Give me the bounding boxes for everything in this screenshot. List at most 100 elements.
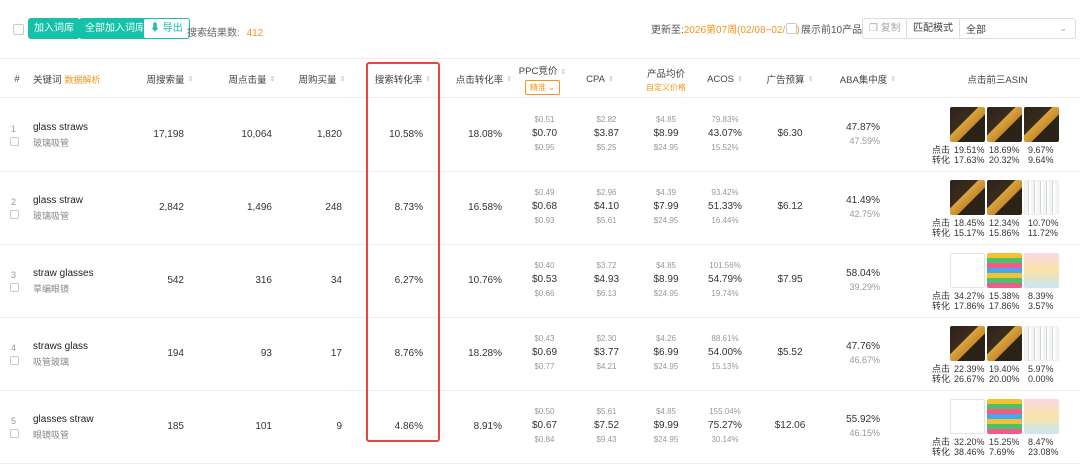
asin-thumbnail[interactable] xyxy=(950,253,985,288)
copy-button[interactable]: ❐ 复制 xyxy=(862,18,908,39)
top10-toggle[interactable]: 展示前10产品图 xyxy=(786,18,872,39)
week-buy-value: 248 xyxy=(325,202,342,213)
asin-thumbnail[interactable] xyxy=(987,399,1022,434)
asin-thumbnail[interactable] xyxy=(1024,399,1059,434)
sort-icon[interactable]: ⇕ xyxy=(270,75,276,83)
keyword-text[interactable]: straw glasses xyxy=(33,268,94,279)
sort-icon[interactable]: ⇕ xyxy=(506,75,512,83)
keyword-cn: 吸管玻璃 xyxy=(33,357,70,367)
asin-click-2: 15.38% xyxy=(989,291,1020,301)
click-label: 点击 xyxy=(932,437,951,447)
asin-thumbnail[interactable] xyxy=(987,253,1022,288)
cpa-mid: $3.87 xyxy=(593,128,620,139)
asin-click-2: 15.25% xyxy=(989,437,1020,447)
conv-label: 转化 xyxy=(932,301,951,311)
asin-thumbnail[interactable] xyxy=(987,107,1022,142)
asin-thumbnail[interactable] xyxy=(987,180,1022,215)
asin-click-3: 8.47% xyxy=(1028,437,1054,447)
search-cvr-value: 8.76% xyxy=(394,348,423,359)
row-checkbox[interactable] xyxy=(10,137,19,146)
asin-thumbnail[interactable] xyxy=(1024,180,1059,215)
row-index: 3 xyxy=(11,270,17,280)
asin-thumbnail[interactable] xyxy=(1024,253,1059,288)
col-ad-budget-label: 广告预算 xyxy=(766,75,805,86)
sort-icon[interactable]: ⇕ xyxy=(737,75,743,83)
keyword-text[interactable]: glass straw xyxy=(33,195,83,206)
sort-icon[interactable]: ⇕ xyxy=(808,75,814,83)
row-checkbox[interactable] xyxy=(10,356,19,365)
sort-icon[interactable]: ⇕ xyxy=(608,75,614,83)
ppc-high: $0.93 xyxy=(534,216,555,225)
top10-checkbox[interactable] xyxy=(786,23,797,34)
table-row[interactable]: 5 glasses straw 眼镜吸管 185 101 9 4.86% 8.9… xyxy=(0,391,1080,464)
match-mode-label: 匹配模式 xyxy=(907,19,960,38)
cpa-high: $5.61 xyxy=(596,216,617,225)
asin-thumbnail[interactable] xyxy=(1024,326,1059,361)
custom-price-link[interactable]: 自定义价格 xyxy=(646,82,686,93)
col-week-search[interactable]: 周搜索量 ⇕ xyxy=(140,59,200,99)
keyword-text[interactable]: glasses straw xyxy=(33,414,94,425)
asin-thumbnail[interactable] xyxy=(950,326,985,361)
table-row[interactable]: 3 straw glasses 草编眼镜 542 316 34 6.27% 10… xyxy=(0,245,1080,318)
keyword-cn: 草编眼镜 xyxy=(33,284,70,294)
week-buy-value: 34 xyxy=(330,275,342,286)
cpa-high: $4.21 xyxy=(596,362,617,371)
sort-icon[interactable]: ⇕ xyxy=(560,69,566,76)
asin-thumbnail[interactable] xyxy=(950,180,985,215)
cpa-low: $2.96 xyxy=(596,188,617,197)
price-high: $24.95 xyxy=(653,216,679,225)
select-all-checkbox[interactable] xyxy=(13,24,24,35)
col-ppc-label: PPC竞价 xyxy=(518,66,558,77)
sort-icon[interactable]: ⇕ xyxy=(188,75,194,83)
asin-click-1: 22.39% xyxy=(954,364,985,374)
row-checkbox[interactable] xyxy=(10,429,19,438)
add-all-to-library-button[interactable]: 全部加入词库 xyxy=(79,18,151,39)
add-to-library-button[interactable]: 加入词库 xyxy=(28,18,80,39)
col-cpa[interactable]: CPA ⇕ xyxy=(580,59,620,99)
col-index: # xyxy=(14,73,20,85)
asin-conv-1: 15.17% xyxy=(954,228,985,238)
asin-thumbnail[interactable] xyxy=(1024,107,1059,142)
data-analysis-link[interactable]: 数据解析 xyxy=(65,73,101,86)
asin-thumbnail[interactable] xyxy=(950,107,985,142)
ad-budget-value: $12.06 xyxy=(774,420,806,431)
asin-click-2: 19.40% xyxy=(989,364,1020,374)
week-buy-value: 17 xyxy=(330,348,342,359)
col-keyword[interactable]: 关键词 数据解析 xyxy=(33,59,101,99)
sort-icon[interactable]: ⇕ xyxy=(425,75,431,83)
col-ppc[interactable]: PPC竞价 ⇕ 精准 ⌄ xyxy=(515,59,570,99)
keyword-text[interactable]: glass straws xyxy=(33,122,88,133)
row-checkbox[interactable] xyxy=(10,283,19,292)
table-row[interactable]: 4 straws glass 吸管玻璃 194 93 17 8.76% 18.2… xyxy=(0,318,1080,391)
col-acos[interactable]: ACOS ⇕ xyxy=(705,59,745,99)
click-cvr-value: 18.08% xyxy=(468,129,502,140)
keyword-text[interactable]: straws glass xyxy=(33,341,88,352)
aba-sub-value: 47.59% xyxy=(849,136,880,146)
match-mode-select[interactable]: 匹配模式 全部 ⌄ xyxy=(906,18,1076,39)
col-avg-price[interactable]: 产品均价 自定义价格 xyxy=(640,59,692,99)
row-checkbox[interactable] xyxy=(10,210,19,219)
col-week-click[interactable]: 周点击量 ⇕ xyxy=(222,59,282,99)
week-click-value: 10,064 xyxy=(241,129,272,140)
week-search-value: 542 xyxy=(167,275,184,286)
col-click-cvr[interactable]: 点击转化率 ⇕ xyxy=(448,59,520,99)
acos-low: 79.83% xyxy=(711,115,739,124)
asin-thumbnail[interactable] xyxy=(987,326,1022,361)
week-click-value: 1,496 xyxy=(246,202,272,213)
table-row[interactable]: 1 glass straws 玻璃吸管 17,198 10,064 1,820 … xyxy=(0,99,1080,172)
ppc-mode-select[interactable]: 精准 ⌄ xyxy=(525,80,560,95)
col-week-buy[interactable]: 周购买量 ⇕ xyxy=(292,59,352,99)
search-cvr-value: 6.27% xyxy=(394,275,423,286)
price-low: $4.85 xyxy=(655,261,677,270)
click-label: 点击 xyxy=(932,291,951,301)
col-ad-budget[interactable]: 广告预算 ⇕ xyxy=(760,59,820,99)
sort-icon[interactable]: ⇕ xyxy=(340,75,346,83)
col-aba[interactable]: ABA集中度 ⇕ xyxy=(833,59,903,99)
table-row[interactable]: 2 glass straw 玻璃吸管 2,842 1,496 248 8.73%… xyxy=(0,172,1080,245)
asin-thumbnail[interactable] xyxy=(950,399,985,434)
export-button[interactable]: ⬇ 导出 xyxy=(143,18,190,39)
sort-icon[interactable]: ⇕ xyxy=(890,75,896,83)
col-click-cvr-label: 点击转化率 xyxy=(455,75,504,86)
price-mid: $7.99 xyxy=(653,201,679,212)
col-search-cvr[interactable]: 搜索转化率 ⇕ xyxy=(368,59,438,99)
